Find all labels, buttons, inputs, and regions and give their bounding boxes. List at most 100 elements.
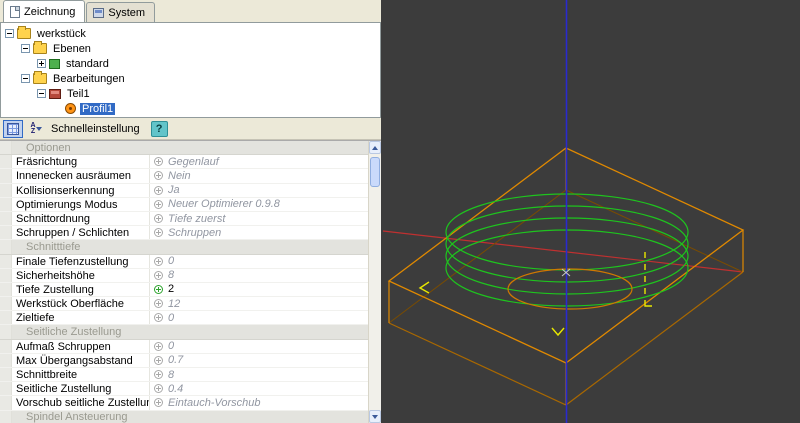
row-gutter [0,340,12,353]
property-value-cell[interactable]: Schruppen [150,226,368,239]
tree-node-teil1[interactable]: Teil1 [3,86,378,101]
scrollbar-track[interactable] [369,154,381,410]
expand-plus-icon[interactable] [154,271,163,280]
property-value-cell[interactable]: 8 [150,269,368,282]
expand-plus-icon[interactable] [154,257,163,266]
expand-plus-icon[interactable] [154,384,163,393]
property-row-werkstueck-oberflaeche[interactable]: Werkstück Oberfläche 12 [0,297,368,311]
tree-node-standard[interactable]: standard [3,56,378,71]
sort-z-glyph: Z [31,129,35,135]
property-row-optimierung[interactable]: Optimierungs Modus Neuer Optimierer 0.9.… [0,198,368,212]
property-row-schnittordnung[interactable]: Schnittordnung Tiefe zuerst [0,212,368,226]
collapse-icon[interactable] [5,29,14,38]
property-label: Aufmaß Schruppen [12,340,150,353]
property-row-fraesrichtung[interactable]: Fräsrichtung Gegenlauf [0,155,368,169]
property-value-cell[interactable]: 0.7 [150,354,368,367]
scroll-down-button[interactable] [369,410,381,423]
tree-node-ebenen[interactable]: Ebenen [3,41,378,56]
viewport-3d[interactable] [381,0,800,423]
property-value-cell[interactable]: Tiefe zuerst [150,212,368,225]
property-row-sicherheitshoehe[interactable]: Sicherheitshöhe 8 [0,269,368,283]
expand-plus-icon[interactable] [154,398,163,407]
scrollbar-thumb[interactable] [370,157,380,187]
section-row-schnitttiefe[interactable]: Schnitttiefe [0,240,368,254]
tree-node-bearbeitungen[interactable]: Bearbeitungen [3,71,378,86]
collapse-icon[interactable] [37,89,46,98]
property-value-cell[interactable]: 12 [150,297,368,310]
property-value-cell[interactable]: 2 [150,283,368,296]
property-row-kollision[interactable]: Kollisionserkennung Ja [0,184,368,198]
section-label: Seitliche Zustellung [12,325,121,339]
property-value-cell[interactable]: 0 [150,255,368,268]
expand-plus-icon[interactable] [154,200,163,209]
property-value: 8 [168,369,174,381]
section-gutter [0,141,12,154]
property-value: Tiefe zuerst [168,213,225,225]
alphabetical-sort-button[interactable]: A Z [26,120,46,138]
property-value-cell[interactable]: 8 [150,368,368,381]
property-label: Werkstück Oberfläche [12,297,150,310]
property-value-cell[interactable]: 0.4 [150,382,368,395]
property-row-finale-tiefenzustellung[interactable]: Finale Tiefenzustellung 0 [0,255,368,269]
property-grid-scrollbar[interactable] [368,141,381,423]
row-gutter [0,155,12,168]
tree-node-label[interactable]: standard [64,58,111,70]
property-value: 0 [168,255,174,267]
property-row-seitliche-zustellung[interactable]: Seitliche Zustellung 0.4 [0,382,368,396]
row-gutter [0,297,12,310]
property-value-cell[interactable]: 0 [150,340,368,353]
collapse-icon[interactable] [21,44,30,53]
property-value-cell[interactable]: Nein [150,169,368,182]
expand-icon[interactable] [37,59,46,68]
expand-plus-icon[interactable] [154,370,163,379]
property-value: Nein [168,170,191,182]
expand-plus-icon[interactable] [154,313,163,322]
viewport-canvas[interactable] [381,0,800,423]
expand-plus-icon[interactable] [154,157,163,166]
tree-node-werkstueck[interactable]: werkstück [3,26,378,41]
property-value-cell[interactable]: Gegenlauf [150,155,368,168]
expand-plus-icon[interactable] [154,356,163,365]
property-row-schnittbreite[interactable]: Schnittbreite 8 [0,368,368,382]
property-label: Sicherheitshöhe [12,269,150,282]
property-value-cell[interactable]: Eintauch-Vorschub [150,396,368,409]
property-value: Neuer Optimierer 0.9.8 [168,198,280,210]
property-value-cell[interactable]: 0 [150,311,368,324]
expand-plus-icon[interactable] [154,228,163,237]
property-value-cell[interactable]: Ja [150,184,368,197]
property-row-zieltiefe[interactable]: Zieltiefe 0 [0,311,368,325]
property-value-cell[interactable]: Neuer Optimierer 0.9.8 [150,198,368,211]
property-row-max-uebergangsabstand[interactable]: Max Übergangsabstand 0.7 [0,354,368,368]
property-row-innenecken[interactable]: Innenecken ausräumen Nein [0,169,368,183]
property-row-vorschub-seitliche-zustellung[interactable]: Vorschub seitliche Zustellung Eintauch-V… [0,396,368,410]
property-label: Zieltiefe [12,311,150,324]
tree-node-label[interactable]: werkstück [35,28,88,40]
section-row-seitliche-zustellung[interactable]: Seitliche Zustellung [0,325,368,339]
property-label: Innenecken ausräumen [12,169,150,182]
property-row-schruppen-schlichten[interactable]: Schruppen / Schlichten Schruppen [0,226,368,240]
property-label: Vorschub seitliche Zustellung [12,396,150,409]
categorized-view-button[interactable] [3,120,23,138]
tree-node-profil1[interactable]: Profil1 [3,101,378,116]
scroll-up-button[interactable] [369,141,381,154]
expand-plus-icon[interactable] [154,342,163,351]
expand-plus-icon[interactable] [154,171,163,180]
section-row-optionen[interactable]: Optionen [0,141,368,155]
tree-node-label[interactable]: Teil1 [65,88,92,100]
quick-settings-label[interactable]: Schnelleinstellung [51,123,140,135]
expand-plus-icon[interactable] [154,186,163,195]
section-row-spindel-ansteuerung[interactable]: Spindel Ansteuerung [0,411,368,423]
expand-plus-icon[interactable] [154,214,163,223]
expand-plus-icon-active[interactable] [154,285,163,294]
tab-system[interactable]: System [86,2,155,22]
tree-node-label[interactable]: Bearbeitungen [51,73,127,85]
tab-zeichnung[interactable]: Zeichnung [3,0,85,22]
tree-node-label[interactable]: Profil1 [80,103,115,115]
help-button[interactable]: ? [151,121,168,137]
collapse-icon[interactable] [21,74,30,83]
property-value[interactable]: 2 [168,283,174,295]
expand-plus-icon[interactable] [154,299,163,308]
tree-node-label[interactable]: Ebenen [51,43,93,55]
property-row-aufmass-schruppen[interactable]: Aufmaß Schruppen 0 [0,340,368,354]
property-row-tiefe-zustellung[interactable]: Tiefe Zustellung 2 [0,283,368,297]
